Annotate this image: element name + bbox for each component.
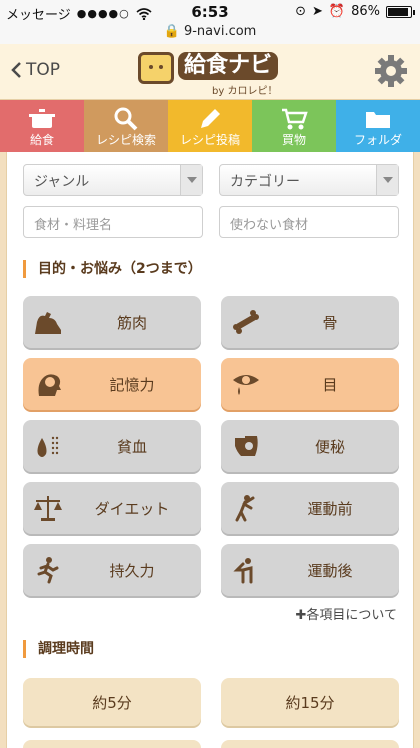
purpose-label: 運動後 — [307, 562, 353, 580]
bone-icon — [233, 310, 259, 334]
brain-icon — [38, 374, 61, 396]
ingredient-placeholder: 食材・料理名 — [34, 218, 113, 233]
muscle-icon — [35, 312, 61, 334]
gear-icon[interactable] — [374, 54, 408, 88]
cart-icon — [282, 108, 308, 130]
folder-icon — [366, 112, 390, 128]
purpose-label: ダイエット — [94, 500, 170, 518]
runner-icon — [37, 557, 59, 584]
cooking-time-section-title: 調理時間 — [23, 640, 94, 658]
blood-drop-icon — [37, 436, 59, 457]
cooking-time-5min-button[interactable]: 約5分 — [23, 678, 201, 726]
purpose-button-post-exercise[interactable]: 運動後 — [221, 544, 399, 596]
purpose-button-pre-exercise[interactable]: 運動前 — [221, 482, 399, 534]
purpose-button-anemia[interactable]: 貧血 — [23, 420, 201, 472]
lock-icon: 🔒 — [163, 24, 180, 39]
plus-icon: ✚ — [295, 608, 307, 623]
url-text: 9-navi.com — [183, 24, 257, 39]
tab-label: フォルダ — [353, 133, 402, 147]
tab-label: 給食 — [29, 133, 54, 147]
category-select-value: カテゴリー — [230, 174, 300, 190]
tab-label: 買物 — [281, 133, 306, 147]
tab-folder[interactable]: フォルダ — [336, 100, 420, 152]
tab-recipe-post[interactable]: レシピ投稿 — [168, 100, 252, 152]
cooking-time-label: 約15分 — [285, 694, 335, 712]
alarm-icon: ⏰ — [328, 4, 346, 19]
back-label: TOP — [26, 60, 61, 80]
purpose-button-eye[interactable]: 目 — [221, 358, 399, 410]
logo-mascot-icon — [138, 52, 174, 84]
purpose-label: 目 — [322, 376, 338, 394]
purpose-label: 記憶力 — [109, 376, 155, 394]
pencil-icon — [201, 109, 220, 128]
purpose-section-title: 目的・お悩み（2つまで） — [23, 260, 202, 278]
genre-select-value: ジャンル — [34, 174, 90, 190]
search-icon — [114, 107, 138, 131]
chevron-left-icon — [11, 62, 21, 78]
search-panel: ジャンル カテゴリー 食材・料理名 使わない食材 目的・お悩み（2つまで） 筋肉… — [6, 152, 414, 748]
genre-select[interactable]: ジャンル — [23, 164, 203, 196]
purpose-button-constipation[interactable]: 便秘 — [221, 420, 399, 472]
tab-recipe-search[interactable]: レシピ検索 — [84, 100, 168, 152]
purpose-button-endurance[interactable]: 持久力 — [23, 544, 201, 596]
logo-subtitle: by カロレピ！ — [212, 86, 278, 97]
purpose-label: 貧血 — [116, 438, 147, 456]
location-icon: ➤ — [312, 4, 323, 19]
tab-shopping[interactable]: 買物 — [252, 100, 336, 152]
cooking-time-button-partial[interactable] — [23, 740, 201, 748]
pot-icon — [29, 109, 55, 128]
cooking-time-15min-button[interactable]: 約15分 — [221, 678, 399, 726]
ingredient-input[interactable]: 食材・料理名 — [23, 206, 203, 238]
tab-label: レシピ投稿 — [179, 133, 240, 147]
purpose-label: 持久力 — [109, 562, 155, 580]
cooking-time-label: 約5分 — [92, 694, 132, 712]
logo[interactable]: 給食ナビ by カロレピ！ — [138, 50, 288, 97]
cooldown-icon — [233, 558, 253, 584]
app-header: TOP 給食ナビ by カロレピ！ — [0, 44, 420, 100]
purpose-button-memory[interactable]: 記憶力 — [23, 358, 201, 410]
about-items-label: 各項目について — [306, 608, 397, 623]
purpose-label: 筋肉 — [116, 314, 147, 332]
chevron-down-icon — [180, 165, 202, 195]
tab-label: レシピ検索 — [95, 133, 156, 147]
stomach-icon — [235, 436, 258, 456]
battery-percent: 86% — [351, 4, 380, 19]
battery-icon — [386, 5, 415, 18]
stretch-icon — [235, 495, 255, 522]
exclude-ingredient-input[interactable]: 使わない食材 — [219, 206, 399, 238]
purpose-label: 便秘 — [314, 438, 345, 456]
chevron-down-icon — [376, 165, 398, 195]
back-button[interactable]: TOP — [10, 60, 60, 80]
purpose-button-diet[interactable]: ダイエット — [23, 482, 201, 534]
scale-icon — [34, 496, 62, 521]
purpose-button-muscle[interactable]: 筋肉 — [23, 296, 201, 348]
main-nav: 給食 レシピ検索 レシピ投稿 買物 フォルダ — [0, 100, 420, 152]
status-bar: メッセージ ●●●●○ 6:53 ⊙ ➤ ⏰ 86% — [0, 0, 420, 24]
category-select[interactable]: カテゴリー — [219, 164, 399, 196]
eye-icon — [233, 375, 259, 395]
purpose-label: 骨 — [322, 314, 338, 332]
cooking-time-button-partial[interactable] — [221, 740, 399, 748]
logo-title: 給食ナビ — [178, 52, 279, 80]
purpose-label: 運動前 — [307, 500, 353, 518]
url-bar[interactable]: 🔒 9-navi.com — [0, 24, 420, 44]
about-items-link[interactable]: ✚各項目について — [295, 604, 397, 623]
tab-kyushoku[interactable]: 給食 — [0, 100, 84, 152]
purpose-button-bone[interactable]: 骨 — [221, 296, 399, 348]
rotation-lock-icon: ⊙ — [295, 4, 306, 19]
exclude-placeholder: 使わない食材 — [230, 218, 309, 233]
